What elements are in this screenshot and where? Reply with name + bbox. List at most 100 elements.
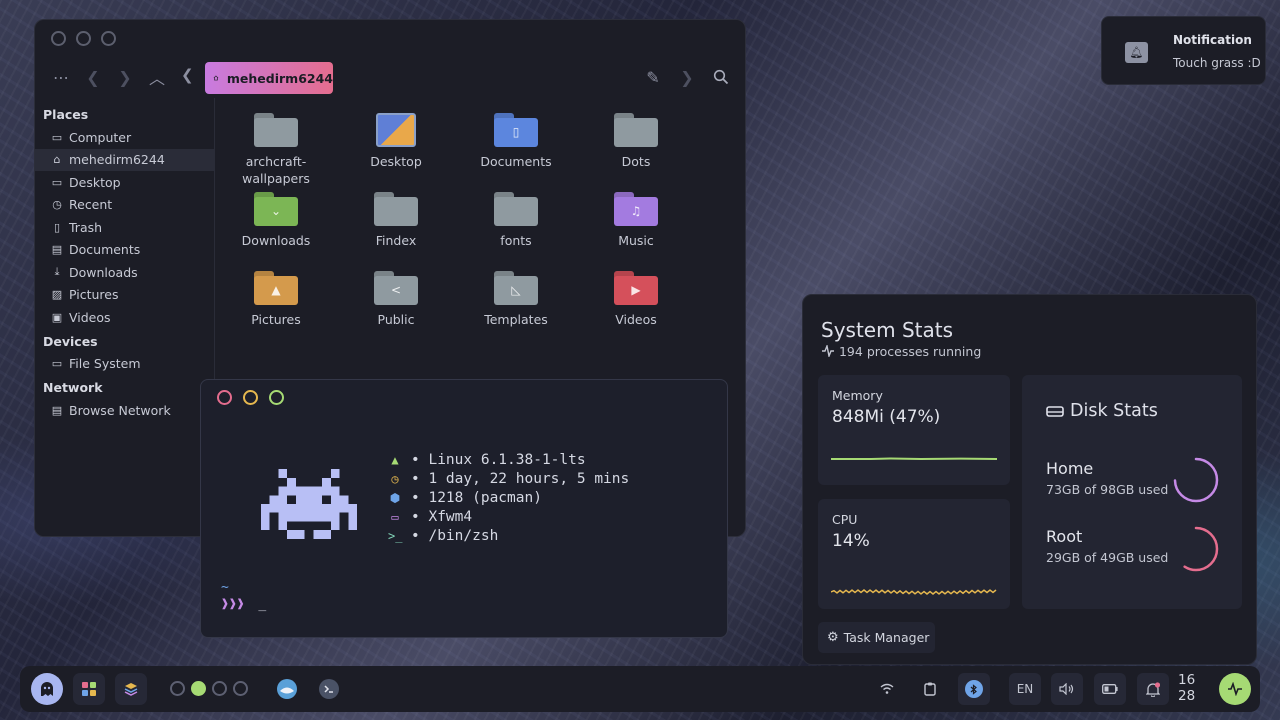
clock-icon: ◷ (391, 471, 399, 486)
documents-icon: ▤ (51, 243, 63, 257)
sidebar-item-videos[interactable]: ▣ Videos (35, 306, 214, 329)
folder-icon (614, 113, 658, 147)
keyboard-layout-button[interactable]: EN (1009, 673, 1041, 705)
edit-path-icon[interactable]: ✎ (637, 62, 669, 92)
cpu-card: CPU 14% (818, 499, 1010, 609)
terminal-maximize-button[interactable] (269, 390, 284, 405)
folder-emblem-icon: < (390, 283, 402, 297)
fetch-line: ▭ • Xfwm4 (388, 507, 629, 526)
notification-popup[interactable]: 🔔︎ Notification Touch grass :D (1101, 16, 1266, 85)
home-disk-usage: 73GB of 98GB used (1046, 482, 1169, 497)
home-disk-name: Home (1046, 459, 1094, 478)
sidebar-item-computer[interactable]: ▭ Computer (35, 126, 214, 149)
folder-item[interactable]: ◺ Templates (456, 271, 576, 328)
folder-item[interactable]: ▲ Pictures (216, 271, 336, 328)
folder-label: Music (618, 233, 654, 248)
folder-item[interactable]: ▯ Documents (456, 113, 576, 170)
folder-icon: ⌄ (254, 192, 298, 226)
prompt-cwd: ~ (221, 580, 229, 595)
space-invader-logo (261, 469, 357, 539)
volume-icon (1059, 683, 1074, 695)
menu-dots-icon[interactable]: ⋯ (45, 62, 77, 92)
folder-emblem-icon: ▶ (631, 283, 641, 297)
workspace-dot-1[interactable] (170, 681, 185, 696)
sidebar-item-file-system[interactable]: ▭ File System (35, 353, 214, 376)
folder-item[interactable]: < Public (336, 271, 456, 328)
fetch-line: ⬢ • 1218 (pacman) (388, 488, 629, 507)
system-monitor-button[interactable] (1219, 673, 1251, 705)
folder-item[interactable]: Findex (336, 192, 456, 249)
bluetooth-button[interactable] (958, 673, 990, 705)
app-grid-button[interactable] (73, 673, 105, 705)
memory-card: Memory 848Mi (47%) (818, 375, 1010, 485)
clock[interactable]: 16 28 (1178, 672, 1195, 704)
disk-stats-card: Disk Stats Home 73GB of 98GB used Root 2… (1022, 375, 1242, 609)
browser-app-button[interactable] (271, 673, 303, 705)
folder-item[interactable]: Desktop (336, 113, 456, 170)
breadcrumb-home[interactable]: mehedirm6244 (205, 62, 333, 94)
minimize-window-button[interactable] (76, 30, 91, 46)
folder-item[interactable]: ⌄ Downloads (216, 192, 336, 249)
root-disk-usage: 29GB of 49GB used (1046, 550, 1169, 565)
close-window-button[interactable] (51, 30, 66, 46)
shell-prompt[interactable]: ~ ❱❱❱ _ (221, 580, 266, 614)
folder-item[interactable]: Dots (576, 113, 696, 170)
terminal-window[interactable]: ▲ • Linux 6.1.38-1-lts ◷ • 1 day, 22 hours,… (200, 379, 728, 638)
package-icon: ⬢ (389, 490, 401, 505)
sidebar-item-mehedirm6244[interactable]: ⌂ mehedirm6244 (35, 148, 214, 171)
sidebar-item-label: Recent (69, 197, 113, 213)
clock-hour: 16 (1178, 672, 1196, 688)
folder-item[interactable]: ♫ Music (576, 192, 696, 249)
computer-icon: ▭ (51, 130, 63, 144)
disk-stats-heading: Disk Stats (1046, 401, 1158, 421)
sidebar-item-pictures[interactable]: ▨ Pictures (35, 284, 214, 307)
folder-icon: ◺ (494, 271, 538, 305)
sidebar-item-documents[interactable]: ▤ Documents (35, 239, 214, 262)
sidebar-item-trash[interactable]: ▯ Trash (35, 216, 214, 239)
sidebar-item-desktop[interactable]: ▭ Desktop (35, 171, 214, 194)
notifications-button[interactable] (1137, 673, 1169, 705)
workspace-dot-2[interactable] (191, 681, 206, 696)
sidebar-item-label: mehedirm6244 (69, 152, 165, 168)
forward-arrow-icon[interactable]: ❯ (109, 62, 141, 92)
folder-emblem-icon: ▲ (271, 283, 281, 297)
back-arrow-icon[interactable]: ❮ (77, 62, 109, 92)
folder-item[interactable]: archcraft-wallpapers (216, 113, 336, 187)
workspace-dot-4[interactable] (233, 681, 248, 696)
notification-title: Notification (1173, 33, 1252, 47)
folder-item[interactable]: fonts (456, 192, 576, 249)
battery-button[interactable] (1094, 673, 1126, 705)
memory-value: 848Mi (47%) (832, 407, 941, 427)
folder-icon: ▯ (494, 113, 538, 147)
workspace-dot-3[interactable] (212, 681, 227, 696)
wifi-icon[interactable] (873, 675, 901, 703)
sidebar-item-label: Trash (69, 219, 103, 235)
path-scroll-left-icon[interactable]: ❮ (181, 66, 194, 84)
terminal-minimize-button[interactable] (243, 390, 258, 405)
activity-icon (822, 343, 834, 359)
maximize-window-button[interactable] (101, 30, 116, 46)
folder-item[interactable]: ▶ Videos (576, 271, 696, 328)
terminal-app-button[interactable] (313, 673, 345, 705)
task-manager-button[interactable]: ⚙ Task Manager (818, 622, 935, 653)
search-icon[interactable] (705, 62, 737, 92)
sidebar-item-recent[interactable]: ◷ Recent (35, 194, 214, 217)
launcher-button[interactable] (31, 673, 63, 705)
path-scroll-right-icon[interactable]: ❯ (671, 62, 703, 92)
process-count: 194 processes running (821, 343, 981, 359)
terminal-close-button[interactable] (217, 390, 232, 405)
clipboard-icon[interactable] (916, 675, 944, 703)
layers-button[interactable] (115, 673, 147, 705)
terminal-app-icon (319, 679, 339, 699)
window-manager-icon: ▭ (391, 509, 399, 524)
folder-icon: < (374, 271, 418, 305)
volume-button[interactable] (1051, 673, 1083, 705)
parent-folder-icon[interactable]: ︿ (141, 62, 173, 92)
sidebar-item-browse-network[interactable]: ▤ Browse Network (35, 399, 214, 422)
sidebar-item-label: Computer (69, 129, 132, 145)
sidebar-item-downloads[interactable]: ⤓ Downloads (35, 261, 214, 284)
trash-icon: ▯ (53, 220, 61, 234)
memory-graph (831, 457, 997, 461)
folder-label: Dots (621, 154, 651, 169)
sidebar-heading: Places (43, 107, 89, 122)
